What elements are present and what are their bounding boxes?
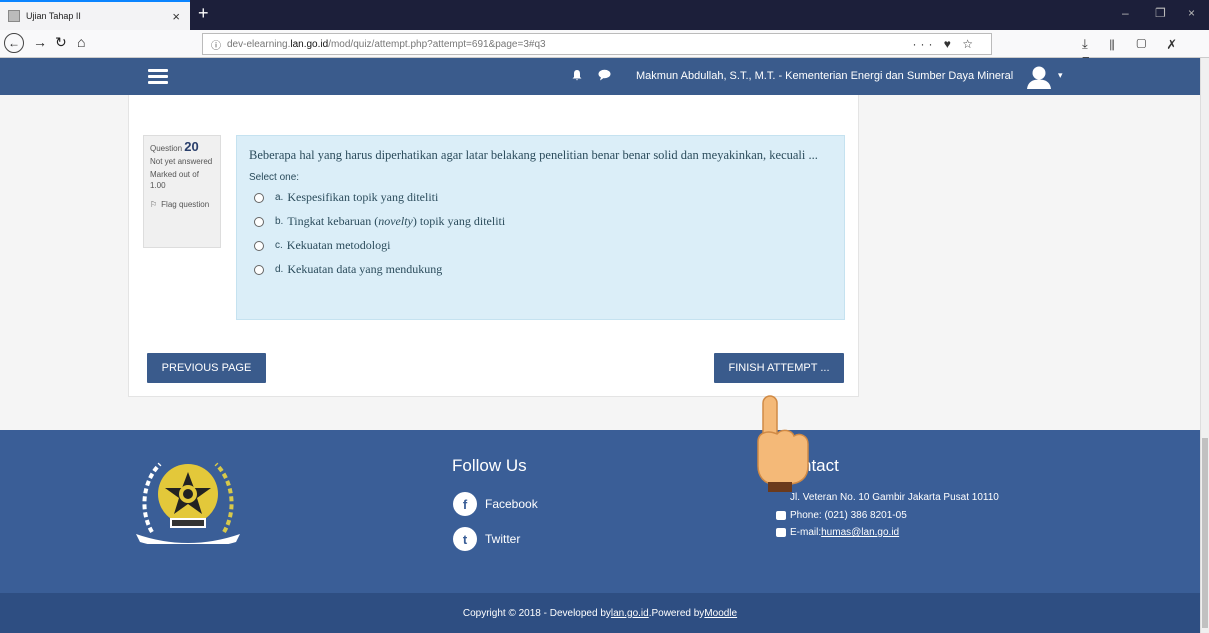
answer-option-d[interactable]: d. Kekuatan data yang mendukung xyxy=(249,260,832,279)
radio-button[interactable] xyxy=(254,192,264,203)
facebook-link[interactable]: f Facebook xyxy=(453,492,538,516)
tab-title: Ujian Tahap II xyxy=(26,11,81,21)
info-icon: ⓘ xyxy=(211,40,221,52)
home-icon[interactable]: ⌂ xyxy=(77,34,85,50)
scrollbar-thumb[interactable] xyxy=(1202,438,1208,628)
answer-option-c[interactable]: c. Kekuatan metodologi xyxy=(249,236,832,255)
user-avatar-icon[interactable] xyxy=(1026,64,1052,90)
copyright-text: Copyright © 2018 - Developed by xyxy=(462,607,611,619)
developer-link[interactable]: lan.go.id xyxy=(611,608,649,619)
new-tab-button[interactable]: + xyxy=(198,3,209,24)
pointing-hand-cursor-icon xyxy=(757,395,809,492)
lan-logo-emblem xyxy=(136,462,240,544)
messages-chat-icon[interactable] xyxy=(598,69,611,84)
back-arrow-icon[interactable]: ← xyxy=(4,33,24,53)
browser-tab[interactable]: Ujian Tahap II × xyxy=(0,0,190,30)
option-text[interactable]: Tingkat kebaruan (novelty) topik yang di… xyxy=(287,214,505,229)
moodle-link[interactable]: Moodle xyxy=(704,608,737,619)
user-name[interactable]: Makmun Abdullah, S.T., M.T. - Kementeria… xyxy=(636,70,1013,82)
question-info-panel: Question 20 Not yet answered Marked out … xyxy=(143,135,221,248)
question-number: 20 xyxy=(184,139,199,154)
option-text[interactable]: Kespesifikan topik yang diteliti xyxy=(287,190,438,205)
page-favicon-icon xyxy=(8,10,20,22)
copyright-bar: Copyright © 2018 - Developed by lan.go.i… xyxy=(0,593,1200,633)
twitter-link[interactable]: t Twitter xyxy=(453,527,520,551)
answer-option-b[interactable]: b. Tingkat kebaruan (novelty) topik yang… xyxy=(249,212,832,231)
option-text[interactable]: Kekuatan metodologi xyxy=(287,238,391,253)
browser-nav-bar: ← → ↻ ⌂ ⓘ dev-elearning. lan.go.id/mod/qu… xyxy=(0,30,1209,67)
contact-phone: Phone: (021) 386 8201-05 xyxy=(776,510,907,521)
restore-icon[interactable]: ❐ xyxy=(1155,6,1166,20)
select-one-prompt: Select one: xyxy=(249,172,300,183)
page-scrollbar[interactable] xyxy=(1200,58,1209,633)
option-text[interactable]: Kekuatan data yang mendukung xyxy=(287,262,442,277)
forward-arrow-icon[interactable]: → xyxy=(33,34,47,50)
option-letter: c. xyxy=(275,240,283,251)
facebook-icon: f xyxy=(453,492,477,516)
notification-bell-icon[interactable] xyxy=(571,69,583,84)
phone-icon xyxy=(776,511,786,520)
radio-button[interactable] xyxy=(254,216,264,227)
radio-button[interactable] xyxy=(254,240,264,251)
question-label: Question xyxy=(150,144,183,153)
url-bar[interactable]: ⓘ dev-elearning. lan.go.id/mod/quiz/attem… xyxy=(202,33,992,55)
site-header: Makmun Abdullah, S.T., M.T. - Kementeria… xyxy=(0,58,1200,95)
main-content: Question 20 Not yet answered Marked out … xyxy=(0,95,1200,430)
follow-us-heading: Follow Us xyxy=(452,456,527,475)
twitter-icon: t xyxy=(453,527,477,551)
flag-icon: ⚐ xyxy=(150,200,158,209)
facebook-label: Facebook xyxy=(485,497,538,511)
menu-hamburger-icon[interactable] xyxy=(148,69,168,84)
browser-tab-bar: Ujian Tahap II × + – ❐ × xyxy=(0,0,1209,30)
previous-page-button[interactable]: PREVIOUS PAGE xyxy=(147,353,266,383)
question-status: Not yet answered xyxy=(150,157,213,166)
flag-question-label: Flag question xyxy=(161,200,210,209)
url-prefix: dev-elearning. xyxy=(227,38,291,50)
minimize-icon[interactable]: – xyxy=(1122,6,1129,20)
twitter-label: Twitter xyxy=(485,532,521,546)
envelope-icon xyxy=(776,528,786,537)
option-letter: b. xyxy=(275,216,284,227)
contact-email: E-mail: humas@lan.go.id xyxy=(776,527,899,538)
email-link[interactable]: humas@lan.go.id xyxy=(821,527,899,538)
url-path: /mod/quiz/attempt.php?attempt=691&page=3… xyxy=(328,38,546,50)
tab-close-icon[interactable]: × xyxy=(172,9,180,24)
page-actions-icon[interactable]: ··· ♥ ☆ xyxy=(912,37,977,51)
question-marks: Marked out of 1.00 xyxy=(150,170,199,190)
question-text: Beberapa hal yang harus diperhatikan aga… xyxy=(249,148,818,162)
radio-button[interactable] xyxy=(254,264,264,275)
reload-icon[interactable]: ↻ xyxy=(55,34,67,51)
option-letter: a. xyxy=(275,192,284,203)
powered-by-text: .Powered by xyxy=(648,607,705,619)
url-domain: lan.go.id xyxy=(290,38,329,50)
site-footer: Follow Us f Facebook t Twitter ntact Jl.… xyxy=(0,430,1200,593)
answer-option-a[interactable]: a. Kespesifikan topik yang diteliti xyxy=(249,188,832,207)
question-box: Beberapa hal yang harus diperhatikan aga… xyxy=(236,135,845,320)
close-window-icon[interactable]: × xyxy=(1188,6,1195,20)
flag-question-link[interactable]: ⚐ Flag question xyxy=(150,199,214,210)
contact-address: Jl. Veteran No. 10 Gambir Jakarta Pusat … xyxy=(790,492,999,503)
option-letter: d. xyxy=(275,264,284,275)
quiz-card: Question 20 Not yet answered Marked out … xyxy=(128,95,859,397)
finish-attempt-button[interactable]: FINISH ATTEMPT ... xyxy=(714,353,844,383)
user-menu-caret-icon[interactable]: ▾ xyxy=(1058,70,1063,81)
